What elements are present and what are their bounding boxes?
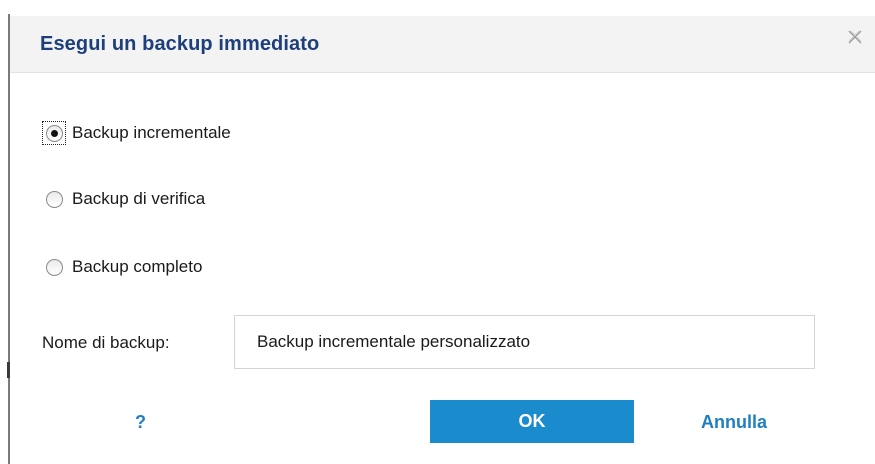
- radio-button-incremental[interactable]: [45, 124, 63, 142]
- radio-focus-ring: [42, 121, 66, 145]
- dialog-body: Backup incrementale Backup di verifica B…: [10, 73, 875, 464]
- radio-label-verify: Backup di verifica: [72, 189, 206, 208]
- backup-name-input[interactable]: [234, 315, 815, 369]
- radio-label-full: Backup completo: [72, 257, 203, 276]
- radio-option-verify[interactable]: Backup di verifica: [42, 185, 205, 213]
- radio-wrap: [42, 255, 66, 279]
- cancel-button[interactable]: Annulla: [701, 412, 767, 433]
- help-button[interactable]: ?: [135, 412, 146, 433]
- dialog-title: Esegui un backup immediato: [40, 33, 320, 55]
- backup-name-label: Nome di backup:: [42, 333, 170, 352]
- radio-button-verify[interactable]: [45, 190, 63, 208]
- ok-button[interactable]: OK: [430, 400, 634, 443]
- radio-label-incremental: Backup incrementale: [72, 123, 231, 142]
- radio-wrap: [42, 187, 66, 211]
- page: Esegui un backup immediato Backup increm…: [0, 0, 875, 464]
- dialog-title-bar: Esegui un backup immediato: [10, 16, 875, 73]
- radio-option-incremental[interactable]: Backup incrementale: [42, 119, 231, 147]
- radio-button-full[interactable]: [45, 258, 63, 276]
- radio-option-full[interactable]: Backup completo: [42, 253, 202, 281]
- close-icon[interactable]: [846, 28, 864, 46]
- radio-selected-dot: [50, 129, 58, 137]
